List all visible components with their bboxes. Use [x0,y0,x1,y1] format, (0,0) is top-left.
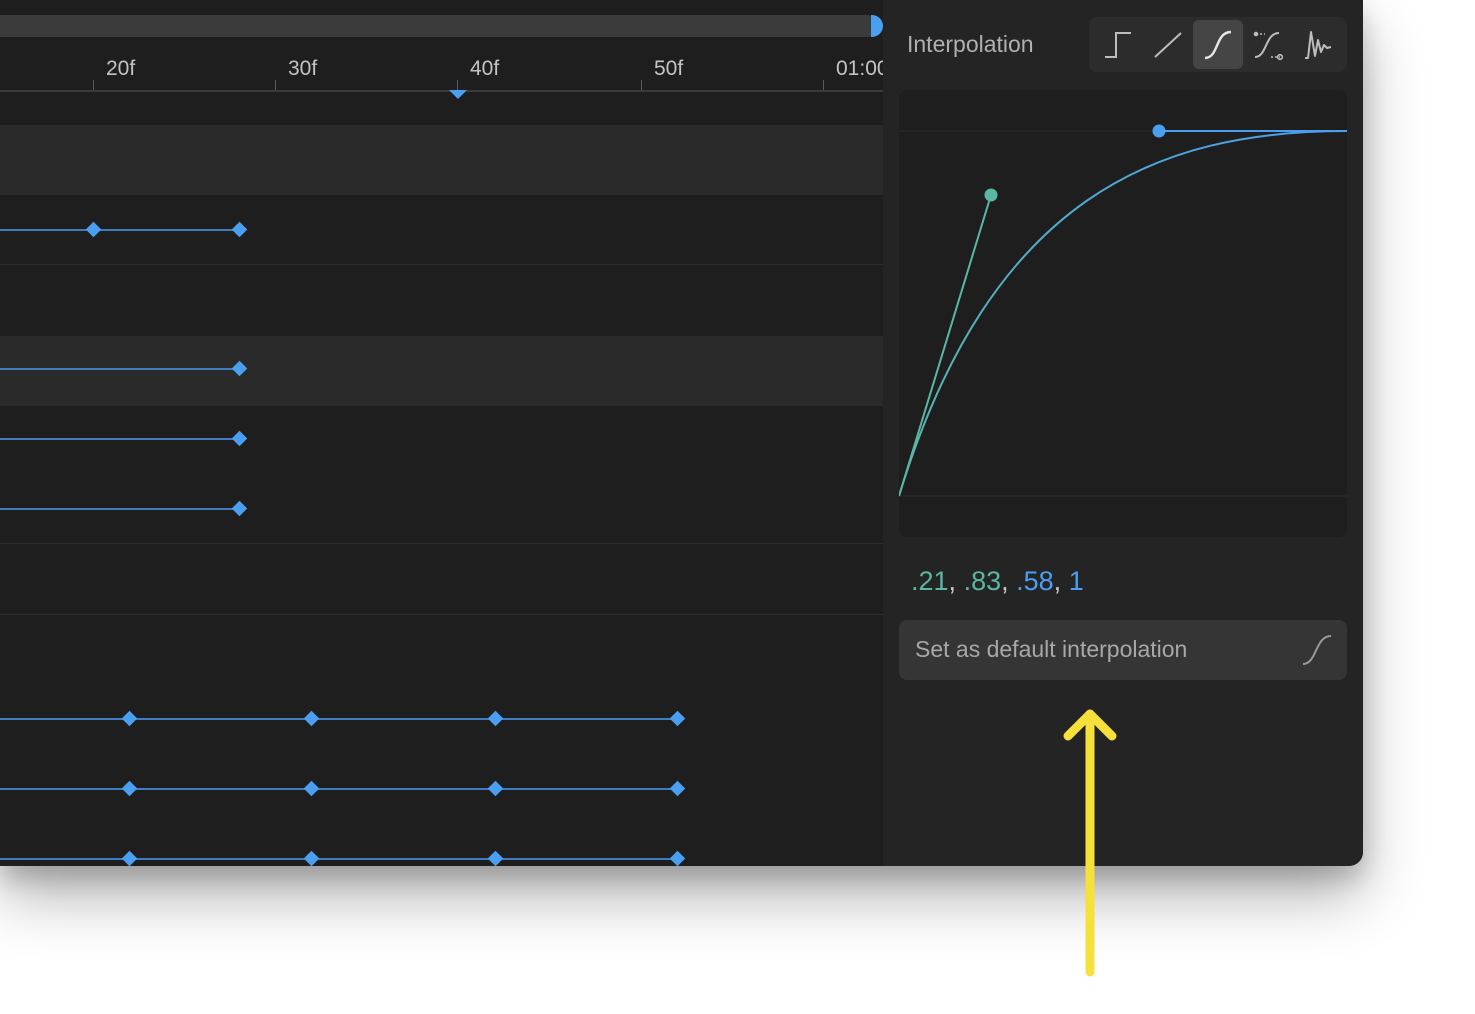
interp-custom-button[interactable] [1243,20,1293,69]
bezier-handle-1-line [899,194,992,497]
bezier-curve-icon [1302,635,1332,665]
keyframe[interactable] [669,710,686,727]
annotation-arrow-up-icon [1063,709,1117,977]
ruler-label-20f: 20f [106,57,136,80]
interp-hold-button[interactable] [1093,20,1143,69]
keyframe-segment [0,788,677,790]
keyframe[interactable] [121,780,138,797]
interp-linear-button[interactable] [1143,20,1193,69]
keyframe[interactable] [669,850,686,866]
keyframe-segment [0,718,677,720]
track-row[interactable] [0,824,883,866]
keyframe[interactable] [231,360,248,377]
keyframe[interactable] [231,221,248,238]
ruler-tick [275,80,276,90]
track-row[interactable] [0,404,883,474]
track-row[interactable] [0,474,883,544]
track-row[interactable] [0,266,883,336]
timeline-ruler[interactable]: 20f 30f 40f 50f 01:00 [0,52,889,92]
keyframe-segment [0,229,239,231]
keyframe[interactable] [231,430,248,447]
bezier-curve [899,130,1347,497]
default-button-label: Set as default interpolation [915,636,1188,662]
bezier-handle-2-point[interactable] [1152,124,1166,138]
keyframe-segment [0,508,239,510]
ruler-tick [93,80,94,90]
bezier-curve-editor[interactable] [899,90,1347,537]
track-row[interactable] [0,615,883,685]
keyframe[interactable] [303,780,320,797]
bezier-x1-value: .21 [911,566,949,596]
playhead-marker[interactable] [449,90,467,99]
keyframe-segment [0,438,239,440]
ruler-tick [457,80,458,90]
keyframe[interactable] [487,850,504,866]
interp-bezier-button[interactable] [1193,20,1243,69]
ruler-tick [641,80,642,90]
interpolation-panel: Interpolation .21, .83, .58, 1 Set as de… [883,0,1363,866]
ruler-label-50f: 50f [654,57,684,80]
ruler-tick [823,80,824,90]
spring-interpolation-icon [1305,30,1332,59]
bezier-interpolation-icon [1204,30,1232,59]
bezier-y1-value: .83 [963,566,1002,596]
keyframe[interactable] [121,710,138,727]
bezier-x2-value: .58 [1016,566,1054,596]
bezier-handle-1-point[interactable] [984,188,998,202]
track-row[interactable] [0,545,883,615]
panel-title: Interpolation [907,31,1034,57]
keyframe[interactable] [85,221,102,238]
ruler-label-40f: 40f [470,57,500,80]
ruler-label-1s: 01:00 [836,57,889,80]
track-row-group[interactable] [0,125,883,195]
interpolation-mode-selector [1089,17,1347,72]
custom-curve-interpolation-icon [1253,31,1284,60]
keyframe[interactable] [121,850,138,866]
keyframe[interactable] [487,710,504,727]
track-row-group[interactable] [0,336,883,406]
track-row[interactable] [0,754,883,824]
timeline-panel: 20f 30f 40f 50f 01:00 [0,0,889,866]
timeline-scroll-handle[interactable] [871,15,883,37]
keyframe-segment [0,368,239,370]
keyframe[interactable] [669,780,686,797]
bezier-y2-value: 1 [1068,566,1084,596]
keyframe[interactable] [231,500,248,517]
track-row[interactable] [0,684,883,754]
keyframe[interactable] [303,850,320,866]
bezier-values: .21, .83, .58, 1 [911,566,1084,596]
timeline-scrollbar[interactable] [0,15,878,37]
ruler-label-30f: 30f [288,57,318,80]
keyframe[interactable] [303,710,320,727]
linear-interpolation-icon [1154,31,1182,58]
interp-spring-button[interactable] [1293,20,1343,69]
track-row[interactable] [0,195,883,265]
keyframe[interactable] [487,780,504,797]
app-window: 20f 30f 40f 50f 01:00 Interpolation .21,… [0,0,1363,866]
curve-graph [899,124,1347,497]
step-interpolation-icon [1105,31,1131,58]
keyframe-segment [0,858,677,860]
set-default-interpolation-button[interactable]: Set as default interpolation [899,620,1347,680]
